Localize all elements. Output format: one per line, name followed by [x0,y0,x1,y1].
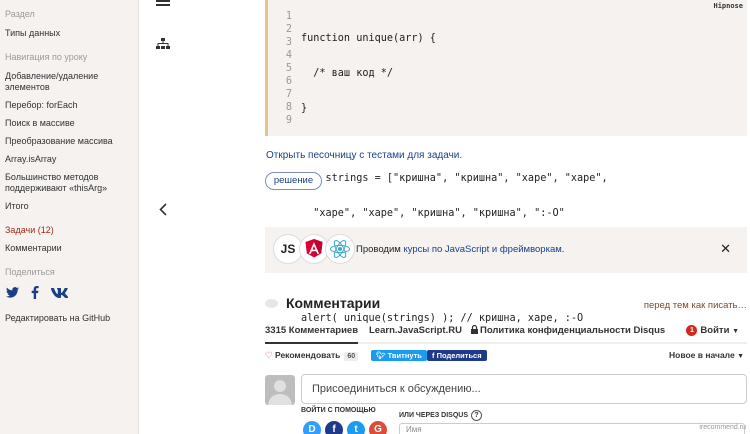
twitter-icon[interactable] [6,287,19,298]
name-field[interactable]: Имя [399,423,745,434]
heart-icon: ♡ [265,350,273,360]
lock-icon [471,324,478,334]
lesson-sidebar: Раздел Типы данных Навигация по уроку До… [0,0,139,434]
line-number: 5 [285,63,292,74]
tweet-label: Твитнуть [387,351,422,360]
nav-label: Навигация по уроку [5,52,88,62]
disqus-login-icon[interactable]: D [303,421,321,434]
framework-logos: JS [273,234,355,264]
banner-text-before: Проводим [356,244,404,255]
social-links [6,286,138,299]
sort-label: Новое в начале [669,350,735,360]
twitter-login-icon[interactable]: t [347,421,365,434]
nav-rail [139,0,189,434]
comments-bubble-icon [265,298,278,308]
code-line: function unique(arr) { [301,33,436,44]
before-posting-link[interactable]: перед тем как писать… [644,300,747,311]
tab-community[interactable]: Learn.JavaScript.RU [369,325,462,336]
line-number: 8 [285,102,292,113]
section-label: Раздел [5,9,35,19]
line-number: 2 [285,24,292,35]
social-login-buttons: D f t G [303,421,387,434]
sidebar-item-foreach[interactable]: Перебор: forEach [5,100,138,111]
sidebar-item-thisarg[interactable]: Большинство методов поддерживают «thisAr… [5,172,138,194]
line-number: 9 [285,115,292,126]
line-number: 7 [285,89,292,100]
recommend-button[interactable]: ♡ Рекомендовать 60 [265,350,359,361]
line-number: 4 [285,50,292,61]
sidebar-item-add-remove[interactable]: Добавление/удаление элементов [5,71,138,93]
menu-icon[interactable] [156,0,170,10]
chevron-left-icon[interactable] [159,203,167,216]
watermark-text: irecommend.ru [699,424,746,431]
main-content: 1 2 3 4 5 6 7 8 9 function unique(arr) {… [265,0,750,434]
sidebar-item-transform[interactable]: Преобразование массива [5,136,138,147]
facebook-icon[interactable] [31,286,39,299]
login-label-top: Войти [700,325,730,337]
sitemap-icon[interactable] [156,38,170,50]
code-block: 1 2 3 4 5 6 7 8 9 function unique(arr) {… [265,0,747,324]
tab-comments[interactable]: 3315 Комментариев [265,325,359,344]
vk-icon[interactable] [51,287,68,298]
login-with-label: ВОЙТИ С ПОМОЩЬЮ [301,407,376,414]
solution-button[interactable]: решение [265,172,322,190]
corner-label: Hipnose [713,2,743,10]
sidebar-item-github[interactable]: Редактировать на GitHub [5,313,138,324]
sidebar-item-tasks[interactable]: Задачи (12) [5,225,138,236]
recommend-label: Рекомендовать [275,350,341,360]
line-numbers: 1 2 3 4 5 6 7 8 9 [276,10,292,127]
code-line: /* ваш код */ [301,68,394,79]
share-label-fb: Поделиться [436,351,482,360]
close-banner-button[interactable]: ✕ [720,241,731,257]
code-line: let strings = ["кришна", "кришна", "харе… [301,173,608,184]
sort-dropdown[interactable]: Новое в начале ▼ [669,350,744,360]
share-label: Поделиться [5,267,55,277]
react-logo-icon [325,234,355,264]
facebook-login-icon[interactable]: f [325,421,343,434]
tab-privacy[interactable]: Политика конфиденциальности Disqus [471,324,666,336]
line-number: 3 [285,37,292,48]
open-sandbox-link[interactable]: Открыть песочницу с тестами для задачи. [266,150,462,161]
or-disqus-text: ИЛИ ЧЕРЕЗ DISQUS [399,412,469,419]
courses-banner: JS Проводим курсы по JavaScript и фреймв… [265,227,747,273]
share-facebook-button[interactable]: f Поделиться [427,350,487,361]
banner-text: Проводим курсы по JavaScript и фреймворк… [356,244,564,255]
recommend-count: 60 [344,352,359,361]
sidebar-item-comments[interactable]: Комментарии [5,243,138,254]
avatar [265,375,295,405]
courses-link[interactable]: курсы по JavaScript и фреймворкам [403,244,561,255]
banner-text-after: . [561,244,565,255]
line-number: 1 [285,11,292,22]
comments-actions: ♡ Рекомендовать 60 🐦︎ Твитнуть f Поделить… [265,350,747,364]
comments-title: Комментарии [286,295,381,311]
user-silhouette-icon [268,380,292,405]
chevron-down-icon: ▼ [737,353,744,360]
sidebar-item-summary[interactable]: Итого [5,201,138,212]
sidebar-item-data-types[interactable]: Типы данных [5,28,138,39]
chevron-down-icon: ▼ [732,328,739,336]
tweet-button[interactable]: 🐦︎ Твитнуть [371,350,427,361]
notification-badge: 1 [686,325,698,336]
privacy-label: Политика конфиденциальности Disqus [480,325,666,336]
join-discussion-input[interactable]: Присоединиться к обсуждению... [301,374,747,404]
twitter-icon: 🐦︎ [376,351,386,360]
code-line: } [301,103,308,114]
help-icon[interactable]: ? [471,410,483,421]
google-login-icon[interactable]: G [369,421,387,434]
comments-heading: Комментарии [265,295,380,311]
login-menu[interactable]: 1 Войти ▼ [686,325,739,336]
facebook-icon: f [432,351,435,360]
or-disqus-label: ИЛИ ЧЕРЕЗ DISQUS? [399,410,483,421]
disqus-tabs: 3315 Комментариев Learn.JavaScript.RU По… [265,322,747,344]
line-number: 6 [285,76,292,87]
sidebar-item-isarray[interactable]: Array.isArray [5,154,138,165]
code-line: "харе", "харе", "кришна", "кришна", ":-O… [301,208,565,219]
sidebar-item-search[interactable]: Поиск в массиве [5,118,138,129]
